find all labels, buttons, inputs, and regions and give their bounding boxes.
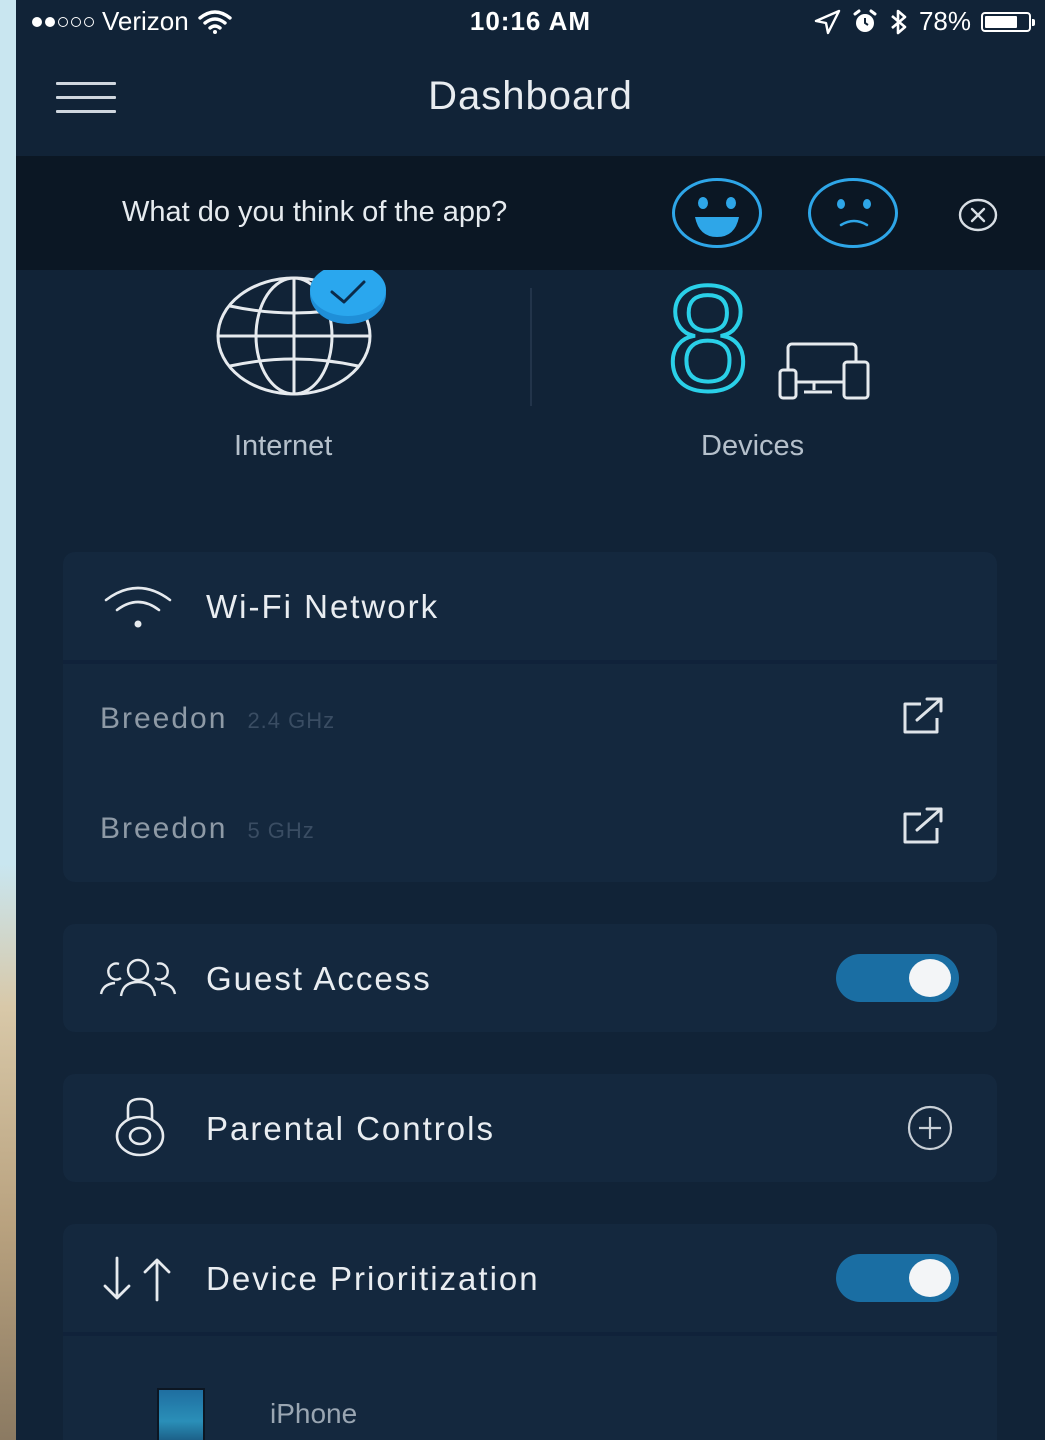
parental-controls-card: Parental Controls xyxy=(63,1074,997,1182)
page-title: Dashboard xyxy=(428,74,633,118)
device-count-button[interactable]: 8 xyxy=(656,252,760,424)
status-bar: Verizon 10:16 AM 78% xyxy=(16,0,1045,44)
network-band: 5 GHz xyxy=(247,818,315,843)
device-count: 8 xyxy=(666,270,749,402)
nav-bar: Dashboard xyxy=(16,44,1045,156)
bluetooth-icon xyxy=(891,9,907,34)
toggle-knob xyxy=(909,1259,951,1297)
phone-screen: Verizon 10:16 AM 78% Dashboard What do y… xyxy=(16,0,1045,1440)
battery-percent: 78% xyxy=(918,6,971,36)
battery-icon xyxy=(981,11,1035,32)
close-icon[interactable] xyxy=(958,198,998,232)
row-divider xyxy=(63,1332,997,1336)
sad-face-button[interactable] xyxy=(808,178,898,248)
app-stage: Verizon 10:16 AM 78% Dashboard What do y… xyxy=(0,0,1045,1440)
status-right: 78% xyxy=(813,6,1035,37)
location-arrow-icon xyxy=(814,9,841,34)
summary-divider xyxy=(530,288,532,406)
device-prioritization-row[interactable]: Device Prioritization xyxy=(63,1224,997,1332)
guest-access-row[interactable]: Guest Access xyxy=(63,924,997,1032)
background-edge xyxy=(0,0,16,1440)
parental-controls-title: Parental Controls xyxy=(206,1110,495,1147)
external-link-icon[interactable] xyxy=(901,696,945,736)
feedback-banner: What do you think of the app? xyxy=(16,156,1045,270)
devices-label: Devices xyxy=(701,430,805,462)
wifi-icon xyxy=(104,586,172,628)
device-count-digit: 8 xyxy=(664,252,751,424)
happy-face-icon xyxy=(695,197,739,237)
network-ssid: Breedon xyxy=(100,702,228,735)
globe-icon xyxy=(216,264,386,396)
battery-fill xyxy=(985,15,1017,28)
wifi-network-row[interactable]: Breedon 2.4 GHz xyxy=(63,664,997,772)
plus-icon[interactable] xyxy=(906,1104,954,1152)
network-ssid: Breedon xyxy=(100,812,228,845)
wifi-title: Wi-Fi Network xyxy=(206,588,440,625)
toggle-knob xyxy=(909,959,951,997)
wifi-header-row[interactable]: Wi-Fi Network xyxy=(63,552,997,660)
guest-access-card: Guest Access xyxy=(63,924,997,1032)
device-prioritization-toggle[interactable] xyxy=(836,1254,959,1302)
device-prioritization-title: Device Prioritization xyxy=(206,1260,540,1297)
priority-arrows-icon xyxy=(103,1256,171,1302)
guests-icon xyxy=(99,958,177,997)
parental-controls-row[interactable]: Parental Controls xyxy=(63,1074,997,1182)
status-summary: Internet 8 Devices xyxy=(16,252,1045,480)
iphone-device-thumbnail xyxy=(157,1388,205,1440)
network-band: 2.4 GHz xyxy=(247,708,336,733)
sad-face-icon xyxy=(837,199,871,227)
internet-label: Internet xyxy=(234,430,333,462)
wifi-network-row[interactable]: Breedon 5 GHz xyxy=(63,774,997,882)
devices-icon xyxy=(778,342,870,400)
network-name: Breedon 2.4 GHz xyxy=(100,702,335,736)
guest-access-title: Guest Access xyxy=(206,960,432,997)
guest-access-toggle[interactable] xyxy=(836,954,959,1002)
happy-face-button[interactable] xyxy=(672,178,762,248)
network-name: Breedon 5 GHz xyxy=(100,812,315,846)
lock-icon xyxy=(115,1097,165,1157)
feedback-question: What do you think of the app? xyxy=(122,196,508,228)
alarm-icon xyxy=(853,9,877,32)
internet-status-button[interactable] xyxy=(208,264,398,400)
prioritized-device-name[interactable]: iPhone xyxy=(270,1398,357,1430)
wifi-network-card: Wi-Fi Network Breedon 2.4 GHz Breedon 5 GH… xyxy=(63,552,997,882)
external-link-icon[interactable] xyxy=(901,806,945,846)
